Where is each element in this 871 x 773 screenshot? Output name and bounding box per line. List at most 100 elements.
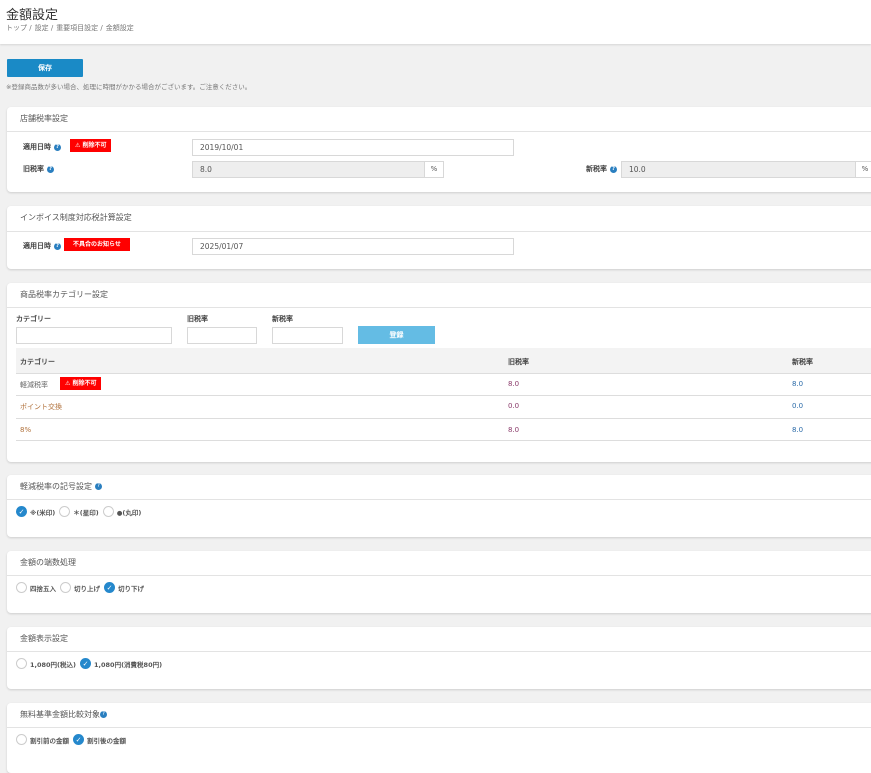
apply-date-input[interactable]: 2019/10/01	[192, 139, 514, 156]
apply-date-label: 適用日時?	[23, 241, 61, 251]
table-header	[16, 348, 871, 374]
table-row[interactable]: ポイント交換 0.0 0.0	[16, 396, 871, 419]
old-rate-value: 0.0	[508, 402, 520, 410]
help-icon[interactable]: ?	[54, 143, 61, 151]
radio-label: ※(米印)	[30, 508, 56, 517]
radio-checked-icon[interactable]: ✓	[104, 582, 115, 593]
page-title: 金額設定	[6, 8, 59, 23]
new-rate-input[interactable]	[272, 327, 343, 344]
help-icon[interactable]: ?	[54, 242, 61, 250]
bug-notice-badge[interactable]: 不具合のお知らせ	[64, 238, 130, 251]
radio-unchecked-icon[interactable]	[59, 506, 71, 517]
radio-checked-icon[interactable]: ✓	[80, 658, 92, 669]
save-button[interactable]: 保存	[7, 59, 83, 77]
display-card: 金額表示設定 1,080円(税込) ✓ 1,080円(消費税80円)	[7, 627, 871, 689]
percent-addon: %	[855, 161, 871, 178]
old-rate-value: 8.0	[508, 426, 520, 434]
radio-tax-included[interactable]: 1,080円(税込)	[16, 658, 76, 669]
radio-ceil[interactable]: 切り上げ	[60, 582, 100, 593]
new-rate-label: 新税率	[272, 315, 293, 323]
symbol-card: 軽減税率の記号設定? ✓ ※(米印) ＊(星印) ●(丸印)	[7, 475, 871, 537]
symbol-radio-group: ✓ ※(米印) ＊(星印) ●(丸印)	[16, 506, 141, 517]
radio-round[interactable]: 四捨五入	[16, 582, 56, 593]
radio-unchecked-icon[interactable]	[16, 582, 27, 593]
radio-unchecked-icon[interactable]	[16, 658, 27, 669]
card-title: 金額の端数処理	[20, 558, 76, 567]
help-icon[interactable]: ?	[610, 165, 617, 173]
radio-tax-breakdown[interactable]: ✓ 1,080円(消費税80円)	[80, 658, 162, 669]
help-icon[interactable]: ?	[47, 165, 54, 173]
breadcrumb-settings[interactable]: 設定 /	[35, 23, 54, 33]
help-icon[interactable]: ?	[95, 483, 102, 490]
category-input[interactable]	[16, 327, 172, 344]
radio-unchecked-icon[interactable]	[16, 734, 27, 745]
undeletable-badge: ⚠ 削除不可	[70, 139, 112, 152]
radio-checked-icon[interactable]: ✓	[16, 506, 27, 517]
radio-label: 1,080円(税込)	[30, 660, 77, 669]
radio-unchecked-icon[interactable]	[60, 582, 71, 593]
undeletable-badge: ⚠ 削除不可	[60, 377, 102, 390]
old-rate-value: 8.0	[508, 380, 520, 388]
card-title: インボイス制度対応税計算設定	[20, 213, 132, 222]
table-row[interactable]: 8% 8.0 8.0	[16, 419, 871, 441]
radio-label: 切り上げ	[74, 584, 100, 593]
card-title: 商品税率カテゴリー設定	[20, 290, 108, 299]
title-text: 無料基準金額比較対象	[20, 710, 100, 719]
help-icon[interactable]: ?	[100, 711, 107, 718]
column-header-new-rate: 新税率	[792, 358, 813, 366]
breadcrumb-top[interactable]: トップ /	[6, 23, 32, 33]
table-row: 軽減税率 ⚠ 削除不可 8.0 8.0	[16, 374, 871, 396]
radio-label: 四捨五入	[30, 584, 56, 593]
category-card: 商品税率カテゴリー設定 カテゴリー 旧税率 新税率 登録 カテゴリー 旧税率 新…	[7, 283, 871, 462]
register-button[interactable]: 登録	[358, 326, 435, 344]
breadcrumb-important[interactable]: 重要項目設定 /	[56, 23, 103, 33]
divider	[7, 575, 871, 576]
display-radio-group: 1,080円(税込) ✓ 1,080円(消費税80円)	[16, 658, 162, 669]
radio-label: 1,080円(消費税80円)	[94, 660, 163, 669]
card-title: 無料基準金額比較対象?	[20, 709, 107, 720]
apply-date-input[interactable]: 2025/01/07	[192, 238, 514, 255]
divider	[7, 499, 871, 500]
radio-kome[interactable]: ✓ ※(米印)	[16, 506, 55, 517]
radio-checked-icon[interactable]: ✓	[73, 734, 84, 745]
radio-floor[interactable]: ✓ 切り下げ	[104, 582, 144, 593]
card-title: 店舗税率設定	[20, 114, 68, 123]
new-rate-value: 8.0	[792, 426, 804, 434]
radio-unchecked-icon[interactable]	[102, 506, 114, 517]
label-text: 適用日時	[23, 242, 51, 250]
category-name[interactable]: 8%	[20, 426, 31, 434]
old-rate-input: 8.0	[192, 161, 425, 178]
apply-date-label: 適用日時?	[23, 142, 61, 152]
divider	[7, 307, 871, 308]
radio-label: 割引後の金額	[87, 736, 126, 745]
radio-label: ＊(星印)	[73, 508, 99, 517]
notice-text: ※登録商品数が多い場合、処理に時間がかかる場合がございます。ご注意ください。	[6, 83, 252, 91]
free-radio-group: 割引前の金額 ✓ 割引後の金額	[16, 734, 126, 745]
radio-star[interactable]: ＊(星印)	[59, 506, 99, 517]
column-header-old-rate: 旧税率	[508, 358, 529, 366]
radio-label: 切り下げ	[118, 584, 144, 593]
new-rate-value: 0.0	[792, 402, 804, 410]
radio-circle[interactable]: ●(丸印)	[102, 506, 142, 517]
radio-after-discount[interactable]: ✓ 割引後の金額	[73, 734, 126, 745]
new-rate-label: 新税率?	[586, 164, 617, 174]
old-rate-input[interactable]	[187, 327, 257, 344]
radio-label: 割引前の金額	[30, 736, 69, 745]
card-title: 金額表示設定	[20, 634, 68, 643]
rounding-card: 金額の端数処理 四捨五入 切り上げ ✓ 切り下げ	[7, 551, 871, 613]
rounding-radio-group: 四捨五入 切り上げ ✓ 切り下げ	[16, 582, 144, 593]
label-text: 新税率	[586, 165, 607, 173]
divider	[7, 651, 871, 652]
new-rate-value: 8.0	[792, 380, 804, 388]
old-rate-label: 旧税率?	[23, 164, 54, 174]
label-text: 旧税率	[23, 165, 44, 173]
divider	[7, 231, 871, 232]
percent-addon: %	[424, 161, 444, 178]
radio-label: ●(丸印)	[116, 508, 142, 517]
category-label: カテゴリー	[16, 315, 51, 323]
free-threshold-card: 無料基準金額比較対象? 割引前の金額 ✓ 割引後の金額	[7, 703, 871, 773]
title-text: 軽減税率の記号設定	[20, 482, 92, 491]
category-name[interactable]: ポイント交換	[20, 402, 62, 412]
divider	[7, 727, 871, 728]
radio-before-discount[interactable]: 割引前の金額	[16, 734, 69, 745]
